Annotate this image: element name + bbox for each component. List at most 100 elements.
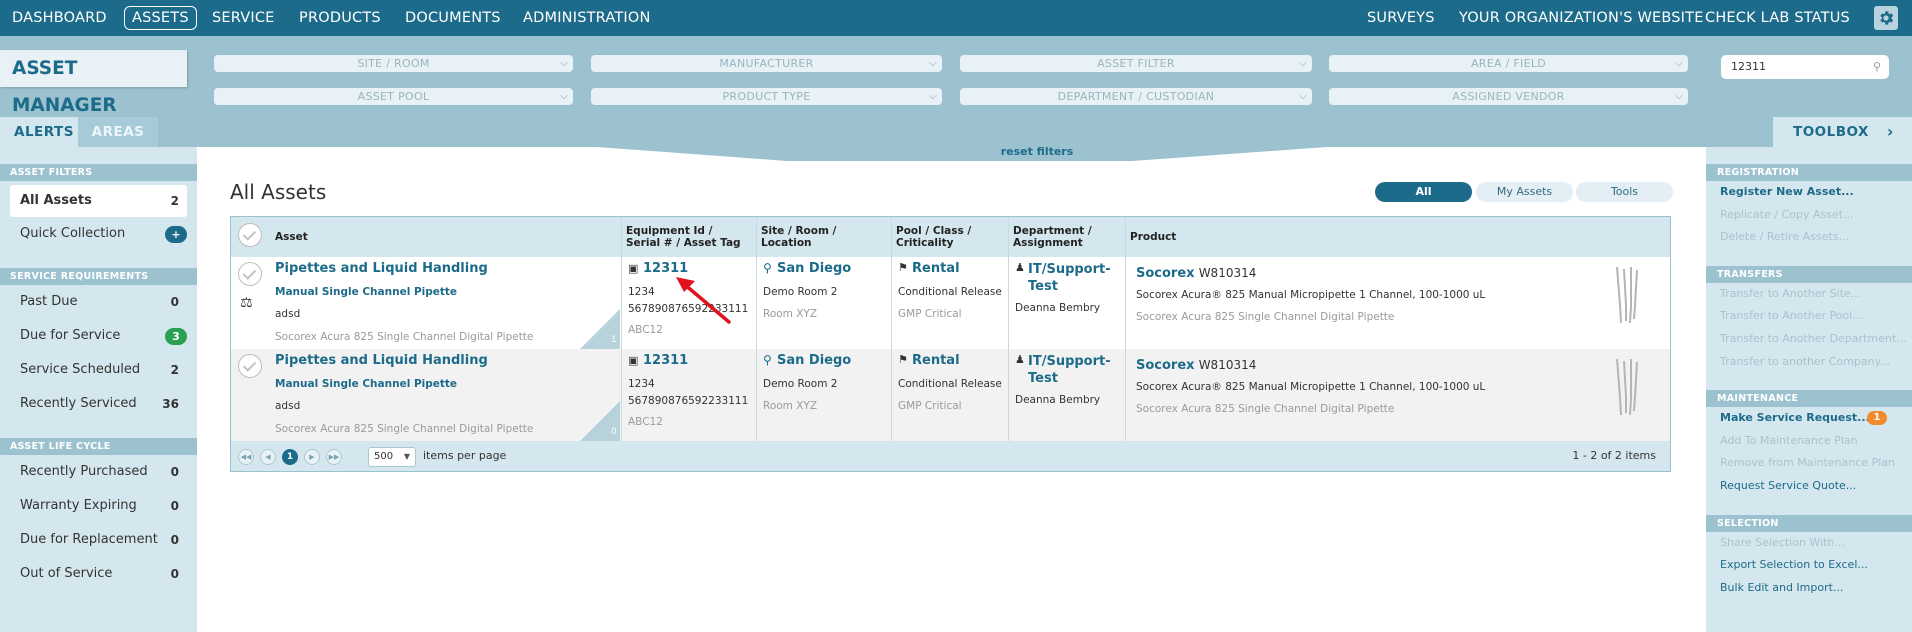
filter-asset-filter[interactable]: ASSET FILTER ⌵ [960, 55, 1312, 72]
user-icon: ♟ [1015, 261, 1025, 274]
sidebar-item-out-of-service[interactable]: Out of Service 0 [0, 557, 197, 591]
column-divider [1008, 217, 1009, 441]
site-link[interactable]: San Diego [777, 353, 851, 368]
nav-check-lab-status[interactable]: CHECK LAB STATUS [1705, 0, 1850, 36]
row-checkbox[interactable] [238, 354, 262, 378]
tab-alerts[interactable]: ALERTS [0, 117, 78, 147]
section-maintenance: MAINTENANCE [1706, 390, 1912, 408]
make-service-request-link[interactable]: Make Service Request... 1 [1706, 407, 1912, 430]
register-new-asset-link[interactable]: Register New Asset... [1706, 181, 1912, 204]
chevron-down-icon: ⌵ [560, 58, 568, 69]
sidebar-item-count: 36 [162, 397, 179, 411]
table-row[interactable]: Pipettes and Liquid Handling Manual Sing… [231, 349, 1670, 441]
column-product[interactable]: Product [1130, 217, 1176, 257]
search-input[interactable]: 12311 ⚲ [1721, 55, 1889, 79]
filter-product-type[interactable]: PRODUCT TYPE ⌵ [591, 88, 942, 105]
chevron-down-icon: ⌵ [1299, 91, 1307, 102]
nav-surveys[interactable]: SURVEYS [1367, 0, 1435, 36]
column-site[interactable]: Site / Room / Location [761, 217, 881, 257]
asset-note: adsd [275, 308, 301, 320]
add-icon[interactable]: + [165, 226, 187, 243]
nav-documents[interactable]: DOCUMENTS [405, 0, 501, 36]
caret-down-icon: ▼ [403, 452, 410, 461]
search-icon[interactable]: ⚲ [1873, 55, 1881, 79]
pool-link[interactable]: Rental [912, 261, 960, 276]
gear-icon [1880, 11, 1894, 25]
pool-link[interactable]: Rental [912, 353, 960, 368]
bulk-edit-import-link[interactable]: Bulk Edit and Import... [1706, 577, 1912, 600]
nav-dashboard[interactable]: DASHBOARD [12, 0, 107, 36]
last-page-icon[interactable]: ▶▶ [326, 449, 342, 465]
assignee: Deanna Bembry [1015, 394, 1101, 406]
column-asset[interactable]: Asset [275, 217, 308, 257]
settings-button[interactable] [1874, 6, 1898, 30]
page-size-select[interactable]: 500 ▼ [368, 447, 416, 467]
next-page-icon[interactable]: ▶ [304, 449, 320, 465]
sidebar-item-count: 0 [170, 465, 179, 479]
site-link[interactable]: San Diego [777, 261, 851, 276]
request-service-quote-link[interactable]: Request Service Quote... [1706, 475, 1912, 498]
sidebar-item-count: 3 [165, 328, 187, 345]
department-link[interactable]: IT/Support-Test [1028, 261, 1116, 295]
prev-page-icon[interactable]: ◀ [260, 449, 276, 465]
page-1-button[interactable]: 1 [282, 449, 298, 465]
tab-areas[interactable]: AREAS [78, 117, 158, 147]
segment-all[interactable]: All [1375, 182, 1472, 202]
department-link[interactable]: IT/Support-Test [1028, 353, 1116, 387]
sidebar-item-all-assets[interactable]: All Assets 2 [10, 185, 187, 217]
sidebar-item-service-scheduled[interactable]: Service Scheduled 2 [0, 353, 197, 387]
replicate-asset-link: Replicate / Copy Asset... [1720, 207, 1854, 221]
segment-tools[interactable]: Tools [1576, 182, 1673, 202]
chevron-down-icon: ⌵ [929, 91, 937, 102]
filter-assigned-vendor[interactable]: ASSIGNED VENDOR ⌵ [1329, 88, 1688, 105]
asset-name-link[interactable]: Pipettes and Liquid Handling [275, 261, 488, 276]
asset-type: Manual Single Channel Pipette [275, 286, 458, 298]
nav-organization-website[interactable]: YOUR ORGANIZATION'S WEBSITE [1459, 0, 1704, 36]
sidebar-item-warranty-expiring[interactable]: Warranty Expiring 0 [0, 489, 197, 523]
filter-asset-pool[interactable]: ASSET POOL ⌵ [214, 88, 573, 105]
row-corner-number: 1 [611, 335, 617, 345]
sidebar-item-past-due[interactable]: Past Due 0 [0, 285, 197, 319]
product-thumbnail [1616, 266, 1638, 324]
column-department[interactable]: Department / Assignment [1013, 217, 1103, 257]
table-row[interactable]: ⚖ Pipettes and Liquid Handling Manual Si… [231, 257, 1670, 349]
sidebar-item-recently-purchased[interactable]: Recently Purchased 0 [0, 455, 197, 489]
sidebar-item-quick-collection[interactable]: Quick Collection + [0, 217, 197, 251]
filter-department-custodian[interactable]: DEPARTMENT / CUSTODIAN ⌵ [960, 88, 1312, 105]
column-pool[interactable]: Pool / Class / Criticality [896, 217, 976, 257]
filter-manufacturer[interactable]: MANUFACTURER ⌵ [591, 55, 942, 72]
user-icon: ♟ [1015, 353, 1025, 366]
filter-area-field[interactable]: AREA / FIELD ⌵ [1329, 55, 1688, 72]
nav-assets[interactable]: ASSETS [124, 6, 197, 30]
brand-link[interactable]: Socorex [1136, 266, 1195, 281]
sidebar-item-count: 0 [170, 295, 179, 309]
filter-label: MANUFACTURER [719, 57, 814, 70]
class: Conditional Release [898, 378, 1002, 390]
filter-site-room[interactable]: SITE / ROOM ⌵ [214, 55, 573, 72]
select-all-checkbox[interactable] [238, 223, 262, 247]
transfer-pool-link: Transfer to Another Pool... [1720, 309, 1863, 323]
map-marker-icon: ⚲ [763, 353, 772, 367]
tab-toolbox[interactable]: TOOLBOX › [1773, 117, 1912, 147]
brand-link[interactable]: Socorex [1136, 358, 1195, 373]
grid-header: Asset Equipment Id / Serial # / Asset Ta… [231, 217, 1670, 257]
items-count: 1 - 2 of 2 items [1572, 449, 1656, 462]
sidebar-item-due-for-service[interactable]: Due for Service 3 [0, 319, 197, 353]
nav-products[interactable]: PRODUCTS [299, 0, 381, 36]
sidebar-item-due-for-replacement[interactable]: Due for Replacement 0 [0, 523, 197, 557]
first-page-icon[interactable]: ◀◀ [238, 449, 254, 465]
section-service-requirements: SERVICE REQUIREMENTS [0, 268, 197, 285]
asset-name-link[interactable]: Pipettes and Liquid Handling [275, 353, 488, 368]
sidebar-item-label: Recently Purchased [20, 464, 148, 479]
row-checkbox[interactable] [238, 262, 262, 286]
filter-label: ASSET FILTER [1097, 57, 1175, 70]
nav-service[interactable]: SERVICE [212, 0, 275, 36]
reset-filters-link[interactable]: reset filters [717, 145, 1357, 158]
transfer-department-link: Transfer to Another Department... [1720, 331, 1907, 345]
column-equipment[interactable]: Equipment Id / Serial # / Asset Tag [626, 217, 744, 257]
equipment-id-link[interactable]: 12311 [643, 353, 688, 368]
segment-my-assets[interactable]: My Assets [1476, 182, 1573, 202]
nav-administration[interactable]: ADMINISTRATION [523, 0, 651, 36]
export-selection-link[interactable]: Export Selection to Excel... [1706, 554, 1912, 577]
sidebar-item-recently-serviced[interactable]: Recently Serviced 36 [0, 387, 197, 421]
